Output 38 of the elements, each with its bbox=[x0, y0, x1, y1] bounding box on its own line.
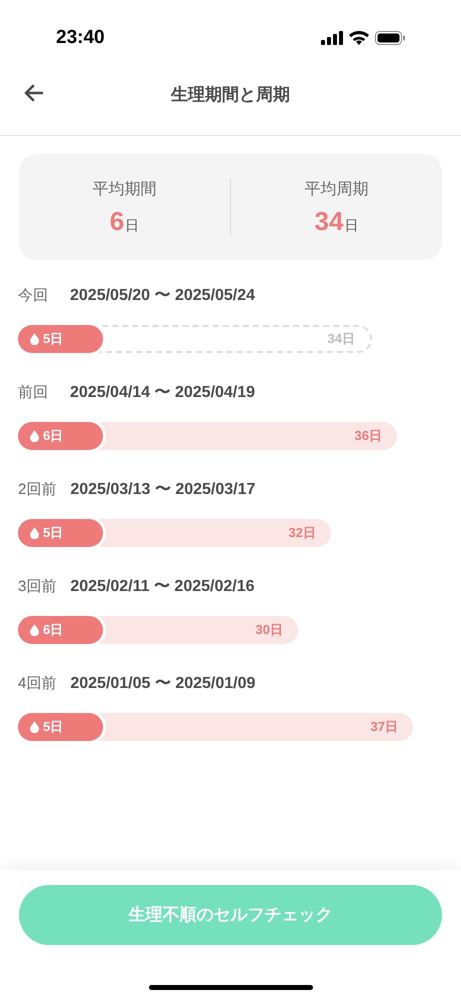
period-days: 5日 bbox=[43, 717, 64, 737]
cycle-label: 今回 bbox=[18, 286, 49, 306]
cycle-days: 37日 bbox=[370, 717, 398, 737]
period-days: 5日 bbox=[43, 523, 64, 543]
drop-icon bbox=[30, 624, 39, 636]
cycle-dates: 2025/01/05 〜 2025/01/09 bbox=[70, 674, 256, 694]
cycle-label: 3回前 bbox=[18, 576, 56, 597]
drop-icon bbox=[30, 721, 39, 733]
summary-label: 平均周期 bbox=[304, 180, 368, 200]
cycle-days: 36日 bbox=[354, 426, 382, 446]
cycle-dates: 2025/03/13 〜 2025/03/17 bbox=[70, 480, 256, 500]
drop-icon bbox=[30, 527, 39, 539]
page-title: 生理期間と周期 bbox=[171, 84, 290, 106]
cycle-days: 34日 bbox=[328, 329, 355, 349]
summary-unit: 日 bbox=[125, 216, 140, 235]
period-days: 5日 bbox=[43, 329, 64, 349]
cycle-dates: 2025/05/20 〜 2025/05/24 bbox=[70, 286, 256, 306]
status-time: 23:40 bbox=[56, 26, 105, 50]
cycle-dates: 2025/02/11 〜 2025/02/16 bbox=[70, 577, 255, 597]
period-days: 6日 bbox=[43, 620, 64, 640]
self-check-button[interactable]: 生理不順のセルフチェック bbox=[19, 885, 442, 945]
cycle-label: 2回前 bbox=[18, 480, 56, 500]
summary-unit: 日 bbox=[344, 216, 358, 235]
summary-label: 平均期間 bbox=[92, 180, 156, 200]
summary-value: 34 bbox=[314, 208, 344, 234]
summary-value: 6 bbox=[110, 208, 124, 234]
cycle-days: 32日 bbox=[288, 523, 316, 543]
wifi-icon bbox=[349, 31, 369, 45]
back-arrow-icon bbox=[23, 84, 43, 102]
cycle-days: 30日 bbox=[256, 620, 283, 640]
battery-icon bbox=[375, 31, 405, 45]
cycle-label: 前回 bbox=[18, 382, 49, 403]
drop-icon bbox=[30, 333, 39, 345]
signal-icon bbox=[321, 31, 343, 45]
period-days: 6日 bbox=[43, 426, 64, 446]
drop-icon bbox=[30, 430, 39, 442]
cycle-dates: 2025/04/14 〜 2025/04/19 bbox=[70, 383, 256, 403]
cycle-label: 4回前 bbox=[18, 674, 56, 694]
